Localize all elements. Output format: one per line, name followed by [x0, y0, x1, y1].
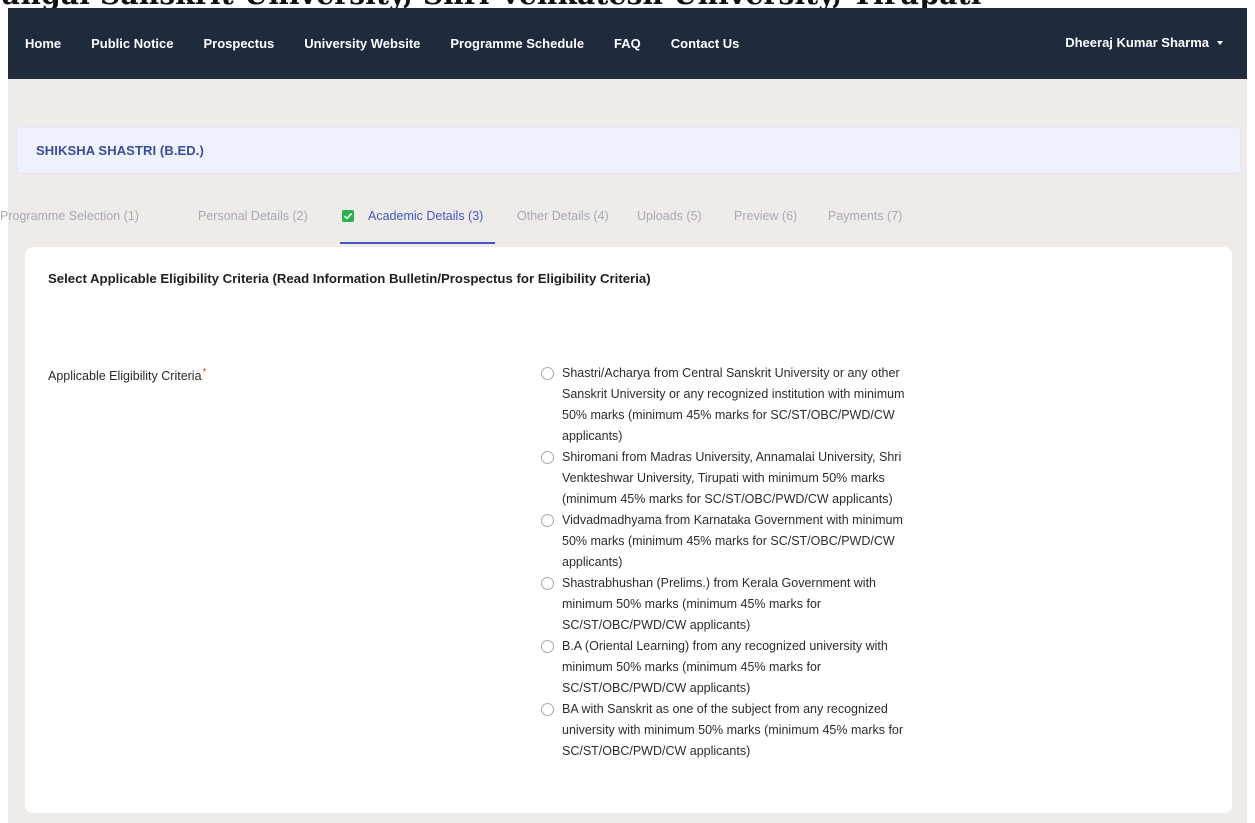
- eligibility-option-4[interactable]: Shastrabhushan (Prelims.) from Kerala Go…: [541, 573, 921, 636]
- top-navbar: Home Public Notice Prospectus University…: [8, 8, 1247, 79]
- eligibility-option-3[interactable]: Vidvadmadhyama from Karnataka Government…: [541, 510, 921, 573]
- field-label-text: Applicable Eligibility Criteria: [48, 369, 202, 384]
- radio-button[interactable]: [541, 451, 554, 464]
- option-label: Shiromani from Madras University, Annama…: [562, 450, 902, 506]
- tab-academic-details[interactable]: Academic Details (3): [342, 209, 483, 223]
- user-menu[interactable]: Dheeraj Kumar Sharma: [1065, 35, 1223, 50]
- eligibility-option-5[interactable]: B.A (Oriental Learning) from any recogni…: [541, 636, 921, 699]
- radio-button[interactable]: [541, 514, 554, 527]
- programme-title: SHIKSHA SHASTRI (B.ED.): [36, 143, 204, 158]
- radio-button[interactable]: [541, 640, 554, 653]
- radio-button[interactable]: [541, 577, 554, 590]
- option-label: B.A (Oriental Learning) from any recogni…: [562, 639, 888, 695]
- nav-home[interactable]: Home: [25, 36, 61, 51]
- option-label: BA with Sanskrit as one of the subject f…: [562, 702, 904, 758]
- active-tab-underline: [340, 242, 495, 244]
- tab-programme-selection[interactable]: Programme Selection (1): [0, 209, 139, 223]
- step-tabs: Programme Selection (1) Personal Details…: [0, 205, 1000, 245]
- eligibility-field-label: Applicable Eligibility Criteria*: [48, 367, 206, 383]
- card-heading: Select Applicable Eligibility Criteria (…: [48, 271, 651, 286]
- radio-button[interactable]: [541, 367, 554, 380]
- eligibility-options: Shastri/Acharya from Central Sanskrit Un…: [541, 363, 921, 762]
- eligibility-option-6[interactable]: BA with Sanskrit as one of the subject f…: [541, 699, 921, 762]
- eligibility-option-2[interactable]: Shiromani from Madras University, Annama…: [541, 447, 921, 510]
- tab-academic-details-label: Academic Details (3): [368, 209, 484, 223]
- eligibility-card: Select Applicable Eligibility Criteria (…: [25, 247, 1232, 813]
- nav-university-website[interactable]: University Website: [304, 36, 420, 51]
- tab-preview[interactable]: Preview (6): [734, 209, 797, 223]
- nav-public-notice[interactable]: Public Notice: [91, 36, 173, 51]
- eligibility-option-1[interactable]: Shastri/Acharya from Central Sanskrit Un…: [541, 363, 921, 447]
- check-icon: [342, 210, 354, 222]
- chevron-down-icon: [1217, 40, 1223, 45]
- option-label: Vidvadmadhyama from Karnataka Government…: [562, 513, 903, 569]
- user-name: Dheeraj Kumar Sharma: [1065, 35, 1209, 50]
- nav-prospectus[interactable]: Prospectus: [203, 36, 274, 51]
- nav-contact-us[interactable]: Contact Us: [671, 36, 740, 51]
- required-marker: *: [202, 367, 207, 378]
- radio-button[interactable]: [541, 703, 554, 716]
- nav-faq[interactable]: FAQ: [614, 36, 641, 51]
- tab-personal-details[interactable]: Personal Details (2): [198, 209, 308, 223]
- tab-uploads[interactable]: Uploads (5): [637, 209, 702, 223]
- tab-other-details[interactable]: Other Details (4): [517, 209, 609, 223]
- nav-programme-schedule[interactable]: Programme Schedule: [450, 36, 584, 51]
- option-label: Shastrabhushan (Prelims.) from Kerala Go…: [562, 576, 877, 632]
- tab-payments[interactable]: Payments (7): [828, 209, 902, 223]
- programme-banner: SHIKSHA SHASTRI (B.ED.): [16, 127, 1241, 174]
- option-label: Shastri/Acharya from Central Sanskrit Un…: [562, 366, 905, 443]
